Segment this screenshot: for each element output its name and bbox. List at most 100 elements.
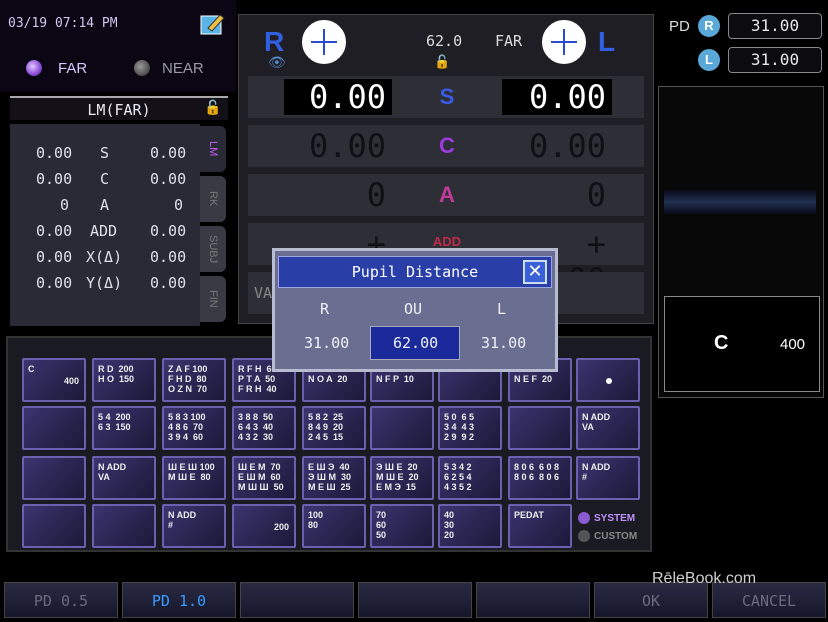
chart-button[interactable]: N ADD # xyxy=(162,504,226,548)
blank-button-2[interactable] xyxy=(358,582,472,618)
pd-10-button[interactable]: PD 1.0 xyxy=(122,582,236,618)
custom-label[interactable]: CUSTOM xyxy=(594,531,637,542)
system-label[interactable]: SYSTEM xyxy=(594,513,635,524)
l-pd-field[interactable]: 31.00 xyxy=(728,47,822,73)
near-label[interactable]: NEAR xyxy=(162,60,204,77)
chart-button[interactable]: C 400 xyxy=(22,358,86,402)
eye-icon: 👁 xyxy=(268,55,286,71)
chart-button[interactable]: 5 3 4 2 6 2 5 4 4 3 5 2 xyxy=(438,456,502,500)
chart-label: N ADD VA xyxy=(582,412,611,432)
chart-number: 400 xyxy=(63,376,79,386)
chart-button[interactable]: Z A F 100 F H D 80 O Z N 70 xyxy=(162,358,226,402)
chart-button[interactable] xyxy=(370,406,434,450)
l-cylinder-value[interactable]: 0.00 xyxy=(502,128,612,164)
chart-button[interactable]: 8 0 6 6 0 8 8 0 6 8 0 6 xyxy=(508,456,572,500)
chart-label: 5 8 3 100 4 8 6 70 3 9 4 60 xyxy=(168,412,206,442)
dialog-r-value[interactable]: 31.00 xyxy=(304,334,349,352)
chart-button[interactable]: 200 xyxy=(232,504,296,548)
blank-button-3[interactable] xyxy=(476,582,590,618)
lm-row-y: 0.00 Y(Δ) 0.00 xyxy=(36,274,187,292)
dialog-ou-header: OU xyxy=(404,300,423,318)
add-label: ADD xyxy=(432,234,462,249)
chart-button[interactable]: 40 30 20 xyxy=(438,504,502,548)
custom-radio[interactable] xyxy=(578,530,590,542)
lm-row-x: 0.00 X(Δ) 0.00 xyxy=(36,248,187,266)
chart-button[interactable] xyxy=(508,406,572,450)
r-axis-value[interactable]: 0 xyxy=(284,177,392,213)
chart-button[interactable]: R D 200 H O 150 xyxy=(92,358,156,402)
chart-label: C xyxy=(28,364,35,374)
close-icon[interactable]: ✕ xyxy=(523,260,547,284)
chart-label: 5 4 200 6 3 150 xyxy=(98,412,131,432)
chart-label: N ADD VA xyxy=(98,462,127,482)
tab-rk[interactable]: RK xyxy=(200,176,226,222)
chart-number: 200 xyxy=(273,522,289,532)
chart-button[interactable]: 100 80 xyxy=(302,504,366,548)
chart-label: Ш E M 70 E Ш M 60 M Ш Ш 50 xyxy=(238,462,284,492)
right-eye-label: R xyxy=(264,26,285,57)
dialog-r-header: R xyxy=(320,300,330,318)
lock-icon[interactable]: 🔓 xyxy=(204,100,221,116)
chart-label: Ш E Ш 100 M Ш E 80 xyxy=(168,462,215,482)
chart-button[interactable]: Э Ш E 20 M Ш E 20 E M Э 15 xyxy=(370,456,434,500)
chart-label: Э Ш E 20 M Ш E 20 E M Э 15 xyxy=(376,462,419,492)
tab-lm[interactable]: LM xyxy=(200,126,226,172)
dialog-ou-value[interactable]: 62.00 xyxy=(393,334,438,352)
watermark: RēleBook.com xyxy=(652,570,757,587)
chart-label: N ADD # xyxy=(168,510,197,530)
tab-fin[interactable]: FIN xyxy=(200,276,226,322)
chart-button[interactable]: 3 8 8 50 6 4 3 40 4 3 2 30 xyxy=(232,406,296,450)
tab-subj[interactable]: SUBJ xyxy=(200,226,226,272)
lock-icon[interactable]: 🔓 xyxy=(434,55,450,70)
chart-button[interactable]: Ш E Ш 100 M Ш E 80 xyxy=(162,456,226,500)
chart-label: R F H 60 P T A 50 F R H 40 xyxy=(238,364,277,394)
chart-button[interactable] xyxy=(22,456,86,500)
chart-button[interactable] xyxy=(22,406,86,450)
chart-button[interactable]: N ADD VA xyxy=(92,456,156,500)
chart-button[interactable]: Ш E M 70 E Ш M 60 M Ш Ш 50 xyxy=(232,456,296,500)
chart-button[interactable]: N ADD VA xyxy=(576,406,640,450)
chart-button[interactable] xyxy=(22,504,86,548)
chart-button[interactable] xyxy=(576,358,640,402)
chart-label: 100 80 xyxy=(308,510,324,530)
chart-button[interactable] xyxy=(92,504,156,548)
r-pd-field[interactable]: 31.00 xyxy=(728,13,822,39)
chart-button[interactable]: 5 0 6 5 3 4 4 3 2 9 9 2 xyxy=(438,406,502,450)
lm-row-c: 0.00 C 0.00 xyxy=(36,170,187,188)
edit-icon[interactable] xyxy=(200,12,226,36)
near-radio[interactable] xyxy=(134,60,150,76)
chart-button[interactable]: E Ш Э 40 Э Ш M 30 M E Ш 25 xyxy=(302,456,366,500)
dialog-l-value[interactable]: 31.00 xyxy=(481,334,526,352)
chart-button[interactable]: 5 8 3 100 4 8 6 70 3 9 4 60 xyxy=(162,406,226,450)
l-sphere-value[interactable]: 0.00 xyxy=(502,79,612,115)
chart-button[interactable]: 5 8 2 25 8 4 9 20 2 4 5 15 xyxy=(302,406,366,450)
lm-row-a: 0A0 xyxy=(60,196,184,214)
cylinder-label: C xyxy=(439,133,455,158)
preview-number: 400 xyxy=(780,336,806,353)
far-radio[interactable] xyxy=(26,60,42,76)
chart-button[interactable]: PEDAT xyxy=(508,504,572,548)
chart-button[interactable]: 70 60 50 xyxy=(370,504,434,548)
chart-label: Z A F 100 F H D 80 O Z N 70 xyxy=(168,364,208,394)
sphere-label: S xyxy=(439,84,455,109)
system-radio[interactable] xyxy=(578,512,590,524)
right-crosshair-icon[interactable] xyxy=(302,20,346,64)
l-circle-icon: L xyxy=(698,49,720,71)
r-sphere-value[interactable]: 0.00 xyxy=(284,79,392,115)
chart-label: PEDAT xyxy=(514,510,544,520)
pd-05-button[interactable]: PD 0.5 xyxy=(4,582,118,618)
left-eye-label: L xyxy=(598,26,616,57)
l-axis-value[interactable]: 0 xyxy=(502,177,612,213)
chart-label: 8 0 6 6 0 8 8 0 6 8 0 6 xyxy=(514,462,560,482)
blank-button-1[interactable] xyxy=(240,582,354,618)
left-crosshair-icon[interactable] xyxy=(542,20,586,64)
lm-title: LM(FAR) xyxy=(10,96,228,120)
preview-band xyxy=(664,190,816,214)
chart-button[interactable]: 5 4 200 6 3 150 xyxy=(92,406,156,450)
chart-label: 5 0 6 5 3 4 4 3 2 9 9 2 xyxy=(444,412,475,442)
chart-label: N ADD # xyxy=(582,462,611,482)
r-cylinder-value[interactable]: 0.00 xyxy=(284,128,392,164)
datetime: 03/19 07:14 PM xyxy=(8,16,118,31)
far-label[interactable]: FAR xyxy=(58,60,87,77)
chart-button[interactable]: N ADD # xyxy=(576,456,640,500)
